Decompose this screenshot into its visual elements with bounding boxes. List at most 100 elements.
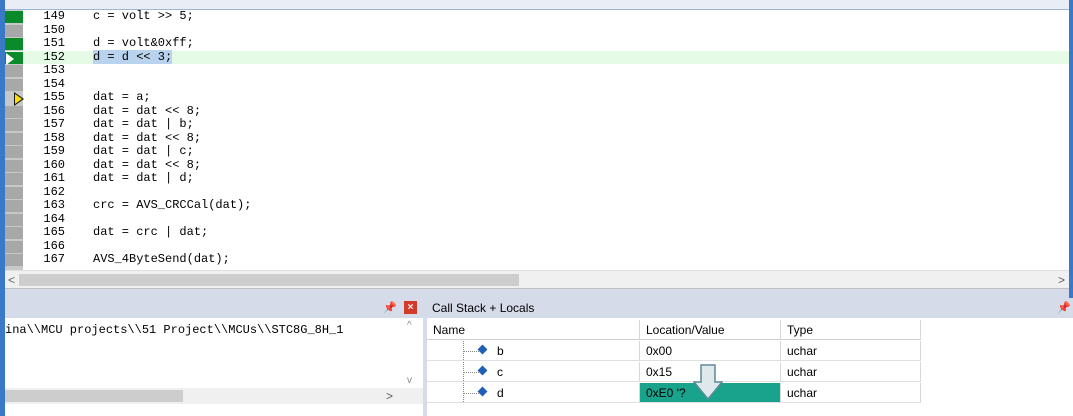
code-text[interactable]: c = volt >> 5;	[93, 9, 194, 24]
gutter-marker	[5, 24, 23, 37]
code-line[interactable]: 150	[5, 22, 1069, 38]
code-line[interactable]: 155 dat = a;	[5, 90, 1069, 106]
code-line[interactable]: 156 dat = dat << 8;	[5, 104, 1069, 119]
selected-code[interactable]: d = d << 3;	[93, 49, 173, 64]
build-vertical-scrollbar[interactable]: ^ v	[405, 320, 419, 386]
table-header: Name Location/Value Type	[427, 320, 1073, 341]
line-number: 162	[43, 184, 65, 199]
code-line[interactable]: 153	[5, 63, 1069, 78]
column-value[interactable]: Location/Value	[640, 320, 781, 340]
table-row[interactable]: c 0x15 uchar	[427, 362, 1073, 383]
gutter-marker	[5, 240, 23, 253]
code-line[interactable]: 157 dat = dat | b;	[5, 117, 1069, 132]
code-text[interactable]: d = volt&0xff;	[93, 36, 194, 51]
variable-type: uchar	[781, 383, 921, 403]
build-output-panel: 📌 × ina\\MCU projects\\51 Project\\MCUs\…	[5, 298, 423, 416]
line-number: 151	[43, 36, 65, 50]
scroll-left-icon[interactable]: <	[8, 273, 15, 287]
code-text[interactable]: dat = crc | dat;	[93, 225, 208, 240]
code-text[interactable]: crc = AVS_CRCCal(dat);	[93, 198, 251, 213]
close-icon[interactable]: ×	[404, 301, 417, 314]
code-text[interactable]: dat = a;	[93, 90, 151, 105]
code-line[interactable]: 152 d = d << 3;	[5, 49, 1069, 65]
variable-name-cell: d	[427, 383, 640, 403]
code-text[interactable]: dat = dat << 8;	[93, 104, 201, 119]
line-number: 164	[43, 211, 65, 226]
scrollbar-thumb[interactable]	[5, 390, 183, 402]
line-number: 167	[43, 252, 65, 266]
line-number: 160	[43, 157, 65, 172]
callstack-header: Call Stack + Locals 📌	[427, 298, 1073, 318]
code-line[interactable]: 160 dat = dat << 8;	[5, 157, 1069, 173]
line-number: 154	[43, 76, 65, 91]
line-number: 158	[43, 130, 65, 145]
code-text[interactable]: dat = dat | b;	[93, 117, 194, 132]
gutter-marker	[5, 105, 23, 118]
code-line[interactable]: 158 dat = dat << 8;	[5, 130, 1069, 146]
scroll-right-icon[interactable]: >	[386, 389, 393, 403]
build-output-header: 📌 ×	[5, 298, 423, 318]
code-text[interactable]: dat = dat | c;	[93, 144, 194, 159]
chevron-down-icon[interactable]: v	[407, 375, 412, 386]
variable-type: uchar	[781, 362, 921, 382]
code-line[interactable]: 149 c = volt >> 5;	[5, 9, 1069, 24]
scroll-right-icon[interactable]: >	[1058, 273, 1065, 287]
gutter-marker	[5, 78, 23, 91]
variable-icon	[477, 344, 488, 355]
table-row[interactable]: d 0xE0 '? uchar	[427, 383, 1073, 404]
gutter-marker	[5, 65, 23, 77]
editor-horizontal-scrollbar[interactable]: < >	[5, 270, 1069, 288]
pin-icon[interactable]: 📌	[383, 301, 397, 314]
gutter-marker	[5, 213, 23, 226]
code-line[interactable]: 163 crc = AVS_CRCCal(dat);	[5, 198, 1069, 213]
code-line[interactable]: 165 dat = crc | dat;	[5, 225, 1069, 240]
gutter-marker	[5, 146, 23, 158]
panel-title: Call Stack + Locals	[432, 301, 535, 315]
code-line[interactable]: 151 d = volt&0xff;	[5, 36, 1069, 51]
variable-name: b	[497, 344, 504, 358]
chevron-up-icon[interactable]: ^	[407, 320, 412, 331]
gutter-marker	[5, 173, 23, 185]
code-line[interactable]: 154	[5, 76, 1069, 92]
code-text[interactable]: d = d << 3;	[93, 49, 173, 65]
code-line[interactable]: 159 dat = dat | c;	[5, 144, 1069, 159]
callstack-arrow-marker	[5, 92, 24, 106]
variable-value[interactable]: 0x00	[640, 341, 781, 361]
code-text[interactable]: dat = dat << 8;	[93, 158, 201, 173]
gutter-marker	[5, 227, 23, 239]
variable-name-cell: c	[427, 362, 640, 382]
line-number: 166	[43, 238, 65, 253]
build-horizontal-scrollbar[interactable]: >	[5, 388, 423, 404]
line-number: 149	[43, 9, 65, 23]
code-text[interactable]: dat = dat | d;	[93, 171, 194, 186]
pin-icon[interactable]: 📌	[1057, 298, 1071, 318]
variable-name-cell: b	[427, 341, 640, 361]
code-text[interactable]: AVS_4ByteSend(dat);	[93, 252, 230, 267]
code-editor[interactable]: 149 c = volt >> 5; 150 151 d = volt&0xff; 152…	[5, 0, 1069, 289]
current-position-arrow-icon	[6, 52, 14, 65]
table-row[interactable]: b 0x00 uchar	[427, 341, 1073, 362]
column-type[interactable]: Type	[781, 320, 921, 340]
code-text[interactable]: dat = dat << 8;	[93, 131, 201, 146]
gutter-marker	[5, 200, 23, 212]
code-line[interactable]: 164	[5, 211, 1069, 227]
gutter-marker	[5, 254, 23, 266]
line-number: 150	[43, 22, 65, 37]
variable-type: uchar	[781, 341, 921, 361]
gutter-marker	[5, 132, 23, 145]
column-name[interactable]: Name	[427, 320, 640, 340]
line-number: 155	[43, 90, 65, 104]
line-number: 153	[43, 63, 65, 77]
gutter-marker	[5, 186, 23, 199]
code-line[interactable]: 161 dat = dat | d;	[5, 171, 1069, 186]
line-number: 152	[43, 49, 65, 64]
line-number: 163	[43, 198, 65, 212]
coverage-marker	[5, 11, 23, 23]
variable-name: c	[497, 365, 503, 379]
code-line[interactable]: 166	[5, 238, 1069, 254]
window-right-edge	[1069, 0, 1073, 298]
scrollbar-thumb[interactable]	[19, 274, 519, 286]
code-line[interactable]: 167 AVS_4ByteSend(dat);	[5, 252, 1069, 267]
code-line[interactable]: 162	[5, 184, 1069, 200]
coverage-marker	[5, 38, 23, 50]
